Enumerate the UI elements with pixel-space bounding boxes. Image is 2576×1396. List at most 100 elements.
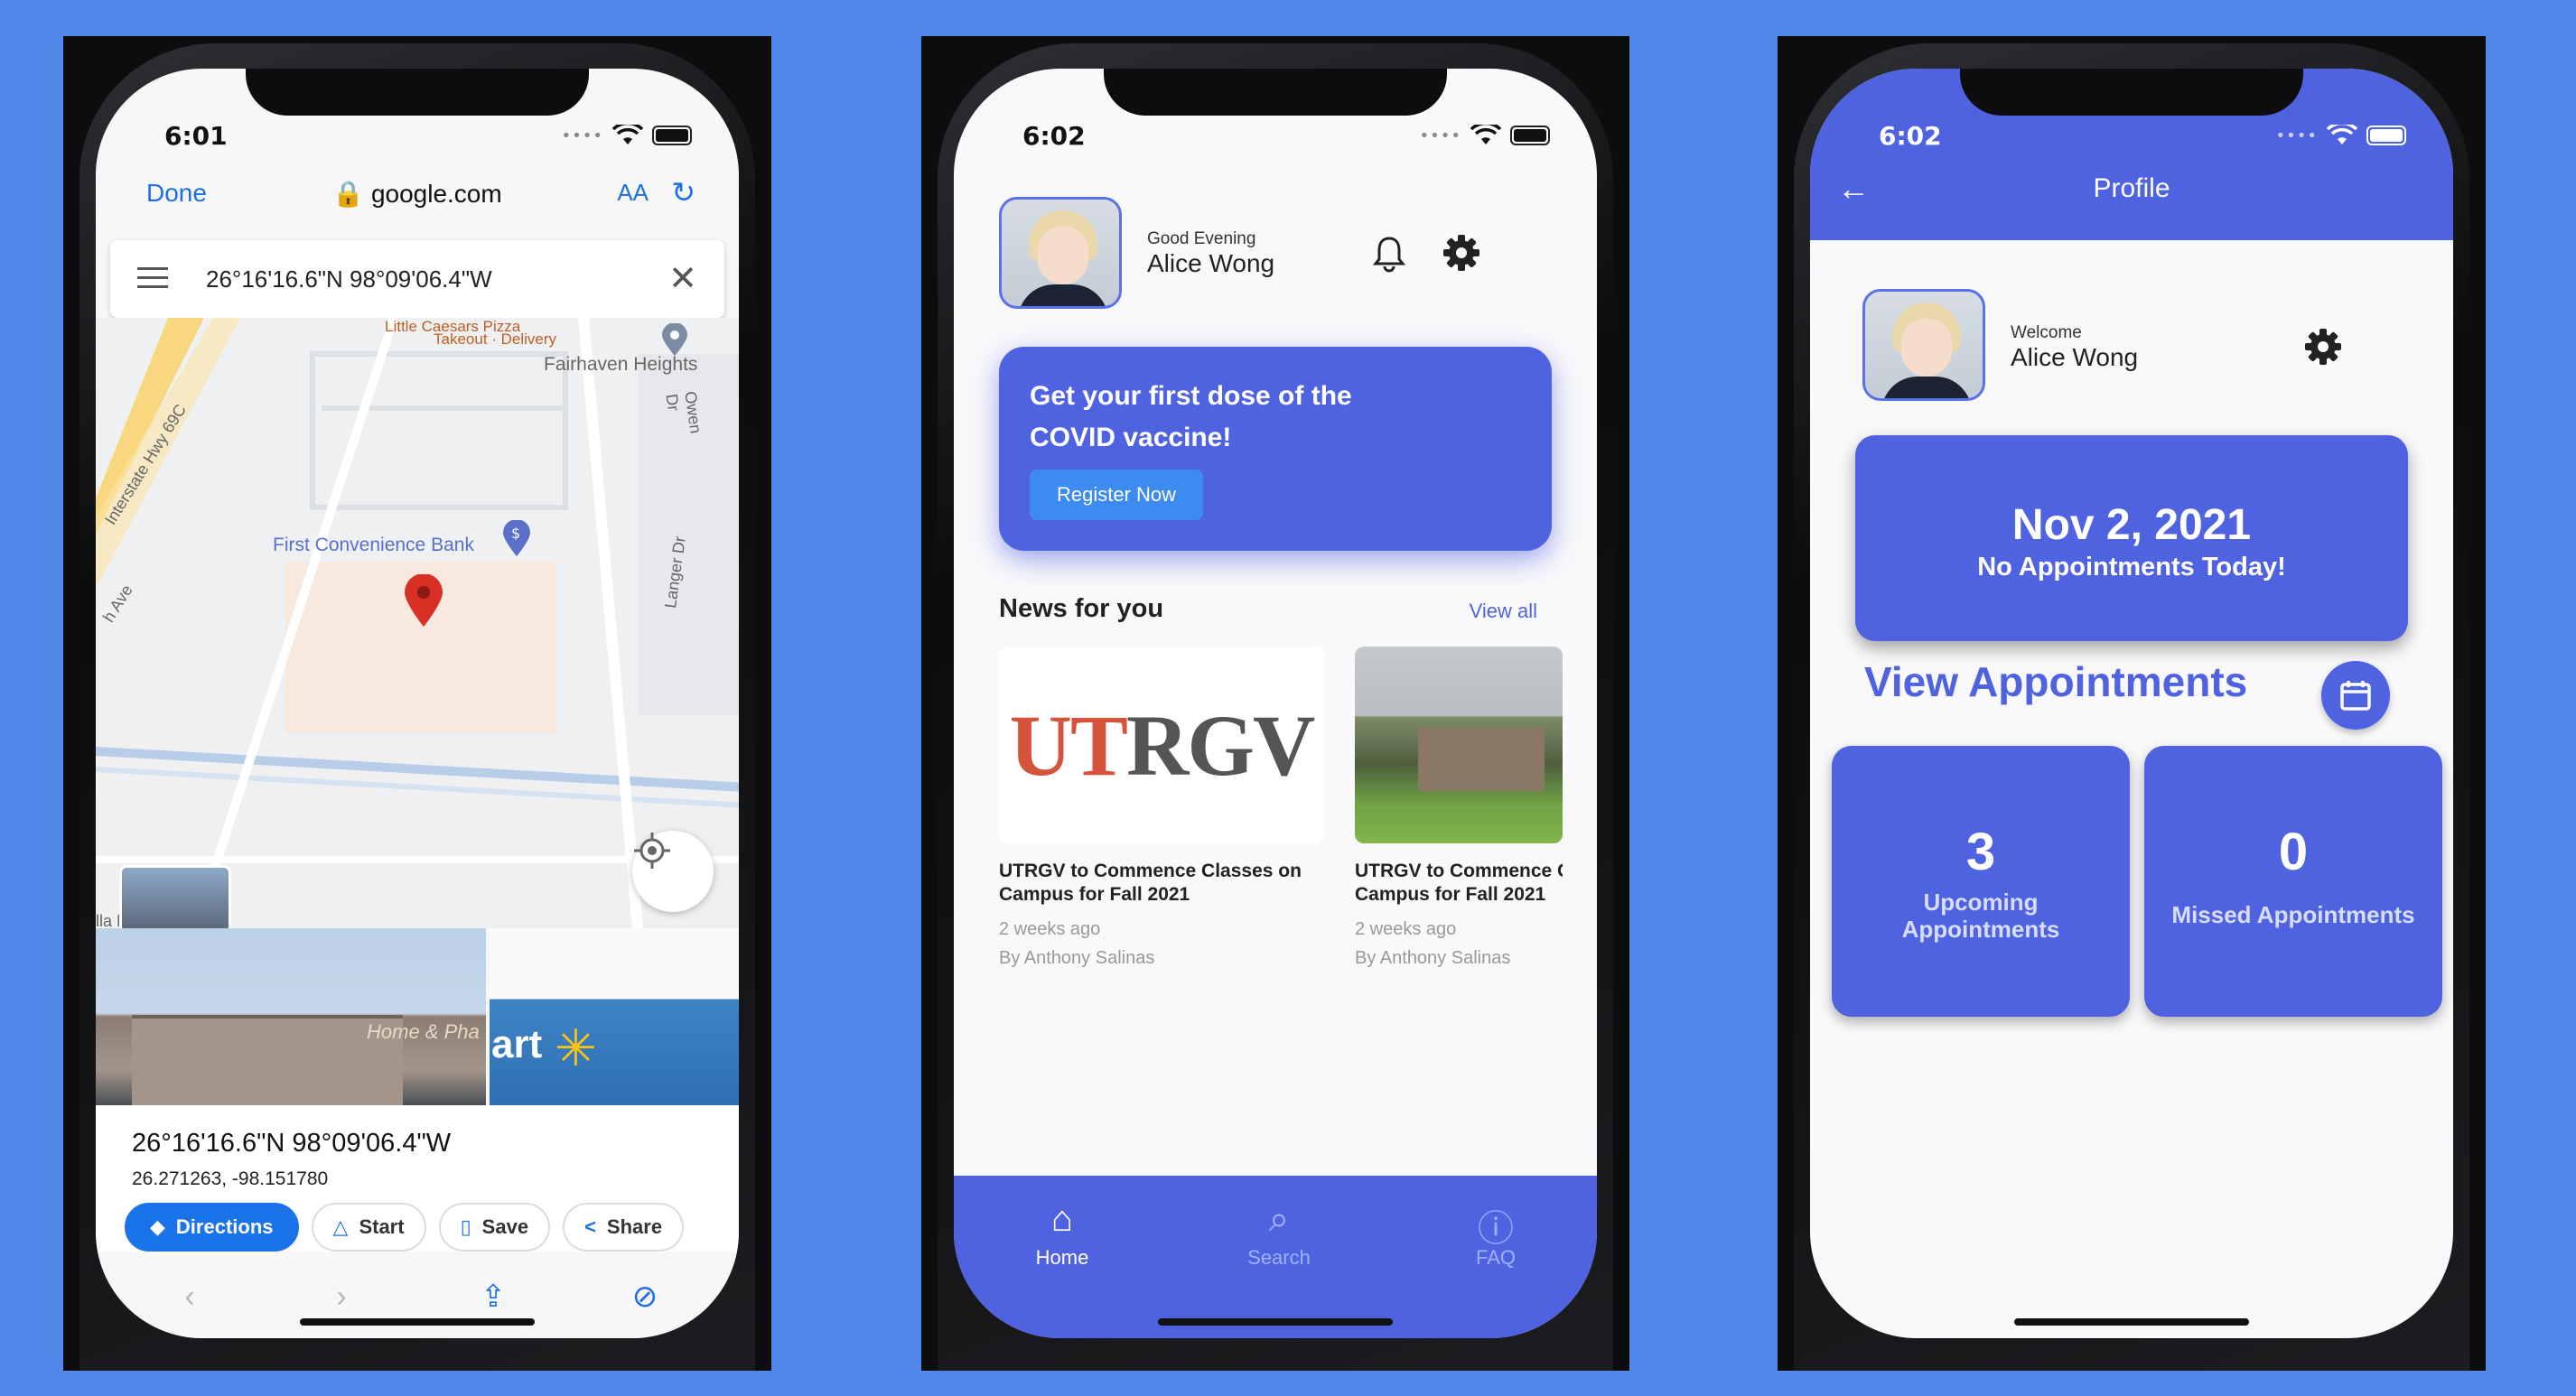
upcoming-appointments-card[interactable]: 3 Upcoming Appointments: [1832, 746, 2130, 1017]
avatar[interactable]: [1862, 289, 1985, 401]
phone-frame-home: 6:02 •••• Good Evening Alice Wong Get yo…: [921, 36, 1629, 1371]
place-actions: ◆ Directions △ Start ▯ Save < Share: [125, 1203, 685, 1252]
photo-sign-text: art: [491, 1022, 543, 1066]
home-indicator: [2014, 1318, 2249, 1326]
map-label-owen: Owen Dr: [662, 390, 705, 435]
missed-label: Missed Appointments: [2171, 901, 2415, 928]
maps-search-box[interactable]: 26°16'16.6"N 98°09'06.4"W ✕: [110, 240, 724, 318]
forward-icon[interactable]: ›: [314, 1280, 369, 1315]
battery-icon: [652, 126, 692, 145]
news-age: 2 weeks ago: [1355, 919, 1457, 939]
tab-faq[interactable]: ⓘ FAQ: [1423, 1199, 1568, 1270]
signal-icon: ••••: [1419, 126, 1461, 145]
home-indicator: [300, 1318, 535, 1326]
news-author: By Anthony Salinas: [1355, 948, 1511, 968]
wifi-icon: [612, 125, 643, 144]
signal-icon: ••••: [2275, 126, 2318, 145]
button-label: Directions: [175, 1215, 274, 1238]
search-icon: ⌕: [1268, 1199, 1290, 1239]
register-now-button[interactable]: Register Now: [1030, 470, 1203, 520]
notch: [1960, 69, 2303, 116]
svg-text:$: $: [511, 525, 520, 542]
notch: [246, 69, 589, 116]
walmart-spark-icon: ✳: [555, 1019, 597, 1076]
street-view-thumbnail[interactable]: [119, 865, 231, 928]
menu-icon[interactable]: [137, 267, 168, 294]
place-name: 26°16'16.6"N 98°09'06.4"W: [132, 1129, 452, 1158]
text-size-button[interactable]: AA: [617, 179, 649, 207]
utrgv-logo: UTRGV: [1009, 696, 1316, 794]
compass-icon[interactable]: ⊘: [618, 1279, 672, 1315]
my-location-button[interactable]: [632, 831, 714, 912]
share-icon: <: [584, 1215, 596, 1238]
upcoming-label: Upcoming Appointments: [1901, 889, 2060, 943]
place-pin-icon[interactable]: [661, 323, 688, 358]
button-label: Save: [481, 1215, 529, 1238]
url-text: google.com: [370, 180, 502, 208]
bell-icon[interactable]: [1371, 235, 1407, 273]
news-author: By Anthony Salinas: [999, 948, 1155, 968]
map-label-takeout: Takeout · Delivery: [434, 330, 557, 348]
news-heading: News for you: [999, 594, 1164, 623]
upcoming-count: 3: [1965, 823, 1996, 881]
promo-title: Get your first dose of the COVID vaccine…: [1030, 381, 1352, 452]
today-date: Nov 2, 2021: [2011, 501, 2252, 549]
news-image-logo[interactable]: UTRGV: [999, 647, 1324, 843]
save-button[interactable]: ▯ Save: [438, 1203, 551, 1252]
vaccine-promo-card: Get your first dose of the COVID vaccine…: [999, 347, 1552, 551]
tab-home[interactable]: ⌂ Home: [990, 1199, 1134, 1270]
navigation-arrow-icon: △: [332, 1215, 349, 1238]
place-photos[interactable]: Home & Pha art ✳: [96, 928, 739, 1105]
tab-search[interactable]: ⌕ Search: [1207, 1199, 1351, 1270]
wifi-icon: [1470, 125, 1501, 144]
notch: [1104, 69, 1447, 116]
wifi-icon: [2327, 125, 2357, 144]
back-icon[interactable]: ‹: [163, 1280, 217, 1315]
battery-icon: [2366, 126, 2406, 145]
avatar[interactable]: [999, 197, 1122, 309]
news-age: 2 weeks ago: [999, 919, 1101, 939]
bookmark-icon: ▯: [460, 1215, 471, 1238]
search-input[interactable]: 26°16'16.6"N 98°09'06.4"W: [206, 265, 492, 293]
close-icon[interactable]: ✕: [668, 258, 697, 299]
greeting-text: Good Evening: [1147, 229, 1256, 248]
place-photo[interactable]: Home & Pha: [96, 928, 486, 1105]
view-all-link[interactable]: View all: [1470, 600, 1537, 623]
map-label-bank: First Convenience Bank: [273, 535, 474, 555]
home-screen: 6:02 •••• Good Evening Alice Wong Get yo…: [954, 69, 1597, 1338]
today-status: No Appointments Today!: [1977, 553, 2286, 582]
calendar-button[interactable]: [2321, 661, 2390, 730]
status-time: 6:01: [164, 121, 228, 151]
button-label: Start: [359, 1215, 405, 1238]
missed-appointments-card[interactable]: 0 Missed Appointments: [2144, 746, 2442, 1017]
place-photo[interactable]: art ✳: [490, 928, 739, 1105]
calendar-icon: [2340, 681, 2371, 711]
news-title[interactable]: UTRGV to Commence Classes on Campus for …: [1355, 860, 1563, 907]
share-sheet-icon[interactable]: ⇪: [466, 1279, 520, 1315]
gear-icon[interactable]: [1442, 233, 1481, 273]
news-title[interactable]: UTRGV to Commence Classes on Campus for …: [999, 860, 1333, 907]
today-card: Nov 2, 2021 No Appointments Today!: [1855, 435, 2408, 641]
user-name: Alice Wong: [1147, 249, 1275, 277]
bank-pin-icon[interactable]: $: [502, 520, 531, 558]
phone-frame-profile: ← Profile 6:02 •••• Welcome Alice Wong N…: [1778, 36, 2486, 1371]
directions-icon: ◆: [150, 1215, 165, 1238]
location-pin-icon[interactable]: [403, 574, 444, 628]
gear-icon[interactable]: [2303, 327, 2343, 367]
map-view[interactable]: Interstate Hwy 69C Little Caesars Pizza …: [96, 318, 739, 928]
lock-icon: 🔒: [332, 180, 365, 208]
tab-label: Home: [1035, 1246, 1089, 1269]
reload-icon[interactable]: ↻: [671, 175, 695, 209]
tab-label: Search: [1247, 1246, 1311, 1269]
profile-screen: ← Profile 6:02 •••• Welcome Alice Wong N…: [1810, 69, 2453, 1338]
status-time: 6:02: [1879, 121, 1942, 151]
news-title-text: UTRGV to Commence Classes on Campus for …: [1355, 861, 1563, 905]
share-button[interactable]: < Share: [563, 1203, 685, 1252]
bottom-tab-bar: ⌂ Home ⌕ Search ⓘ FAQ: [954, 1176, 1597, 1338]
news-image-campus[interactable]: [1355, 647, 1563, 843]
place-coordinates: 26.271263, -98.151780: [132, 1168, 329, 1189]
home-indicator: [1158, 1318, 1393, 1326]
directions-button[interactable]: ◆ Directions: [125, 1203, 299, 1252]
view-appointments-link[interactable]: View Appointments: [1864, 657, 2247, 706]
start-button[interactable]: △ Start: [311, 1203, 426, 1252]
